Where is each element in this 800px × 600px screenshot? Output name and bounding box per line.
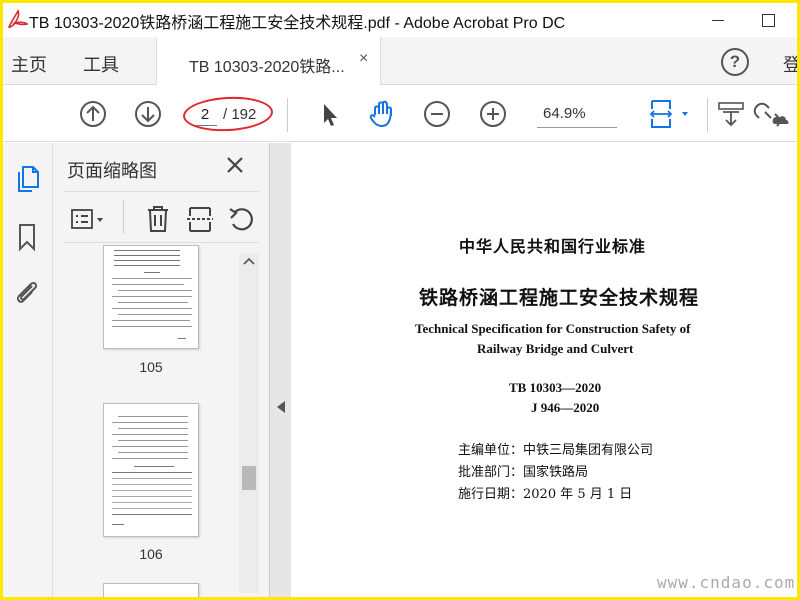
hand-tool-icon[interactable] — [366, 98, 398, 130]
thumbnail-page-107[interactable] — [103, 583, 199, 597]
zoom-select[interactable]: 64.9% — [537, 102, 617, 128]
panel-splitter[interactable] — [269, 143, 291, 597]
app-window: TB 10303-2020铁路桥涵工程施工安全技术规程.pdf - Adobe … — [3, 3, 797, 597]
select-cursor-icon[interactable] — [313, 98, 345, 130]
scroll-up-icon[interactable] — [241, 255, 257, 269]
document-editor: 主编单位：中铁三局集团有限公司 — [458, 443, 654, 458]
thumbnail-label: 105 — [139, 359, 163, 375]
help-icon[interactable]: ? — [721, 48, 749, 76]
toolbar: / 192 64.9% — [3, 86, 797, 142]
previous-page-icon[interactable] — [77, 98, 109, 130]
thumbnail-scrollbar[interactable] — [239, 253, 259, 593]
thumbnails-panel: 页面缩略图 105 106 — [53, 143, 269, 597]
navigation-rail — [3, 143, 53, 597]
zoom-out-icon[interactable] — [421, 98, 453, 130]
document-code: TB 10303—2020 — [509, 380, 602, 395]
scroll-mode-icon[interactable] — [715, 98, 747, 130]
panel-title: 页面缩略图 — [67, 161, 157, 181]
title-bar: TB 10303-2020铁路桥涵工程施工安全技术规程.pdf - Adobe … — [3, 3, 797, 37]
toolbar-divider — [123, 200, 124, 234]
attachments-icon[interactable] — [11, 277, 43, 309]
document-tab-label: TB 10303-2020铁路... — [189, 59, 345, 76]
tab-bar: 主页 工具 TB 10303-2020铁路... × ? 登 — [3, 37, 797, 85]
watermark: www.cndao.com — [657, 573, 796, 592]
next-page-icon[interactable] — [132, 98, 164, 130]
thumbnail-page-106[interactable] — [103, 403, 199, 537]
extract-page-icon[interactable] — [185, 204, 215, 234]
window-title: TB 10303-2020铁路桥涵工程施工安全技术规程.pdf - Adobe … — [29, 15, 566, 32]
page-display-icon[interactable] — [646, 98, 694, 130]
zoom-in-icon[interactable] — [477, 98, 509, 130]
options-menu-icon[interactable] — [69, 204, 109, 234]
thumbnail-label: 106 — [139, 546, 163, 562]
document-view[interactable]: 中华人民共和国行业标准 铁路桥涵工程施工安全技术规程 Technical Spe… — [291, 143, 797, 597]
zoom-value: 64.9% — [543, 105, 586, 122]
tab-tools[interactable]: 工具 — [83, 51, 119, 77]
tab-home[interactable]: 主页 — [11, 51, 47, 77]
close-tab-icon[interactable]: × — [359, 50, 368, 68]
document-approver: 批准部门：国家铁路局 — [458, 465, 589, 480]
document-title: 铁路桥涵工程施工安全技术规程 — [419, 287, 700, 309]
document-effective-date: 施行日期：2020 年 5 月 1 日 — [458, 487, 633, 502]
rotate-page-icon[interactable] — [227, 204, 257, 234]
bookmarks-icon[interactable] — [11, 221, 43, 253]
tab-document[interactable]: TB 10303-2020铁路... × — [156, 37, 381, 85]
document-category: 中华人民共和国行业标准 — [459, 237, 647, 256]
minimize-button[interactable] — [703, 7, 733, 33]
document-title-en-line2: Railway Bridge and Culvert — [477, 341, 634, 356]
document-record-code: J 946—2020 — [531, 400, 600, 415]
scrollbar-thumb[interactable] — [242, 466, 256, 490]
thumbnail-page-105[interactable] — [103, 245, 199, 349]
close-panel-icon[interactable] — [223, 153, 247, 177]
collapse-panel-icon[interactable] — [277, 401, 285, 413]
maximize-button[interactable] — [753, 7, 783, 33]
sign-in-button[interactable]: 登 — [783, 51, 797, 77]
thumbnail-toolbar — [63, 191, 259, 243]
page-thumbnails-icon[interactable] — [11, 163, 43, 195]
document-title-en-line1: Technical Specification for Construction… — [415, 321, 691, 336]
delete-page-icon[interactable] — [143, 204, 173, 234]
link-cloud-icon[interactable] — [751, 98, 797, 130]
toolbar-divider — [707, 98, 708, 132]
acrobat-logo-icon — [8, 9, 29, 29]
toolbar-divider — [287, 98, 288, 132]
thumbnail-list: 105 106 — [53, 245, 269, 597]
